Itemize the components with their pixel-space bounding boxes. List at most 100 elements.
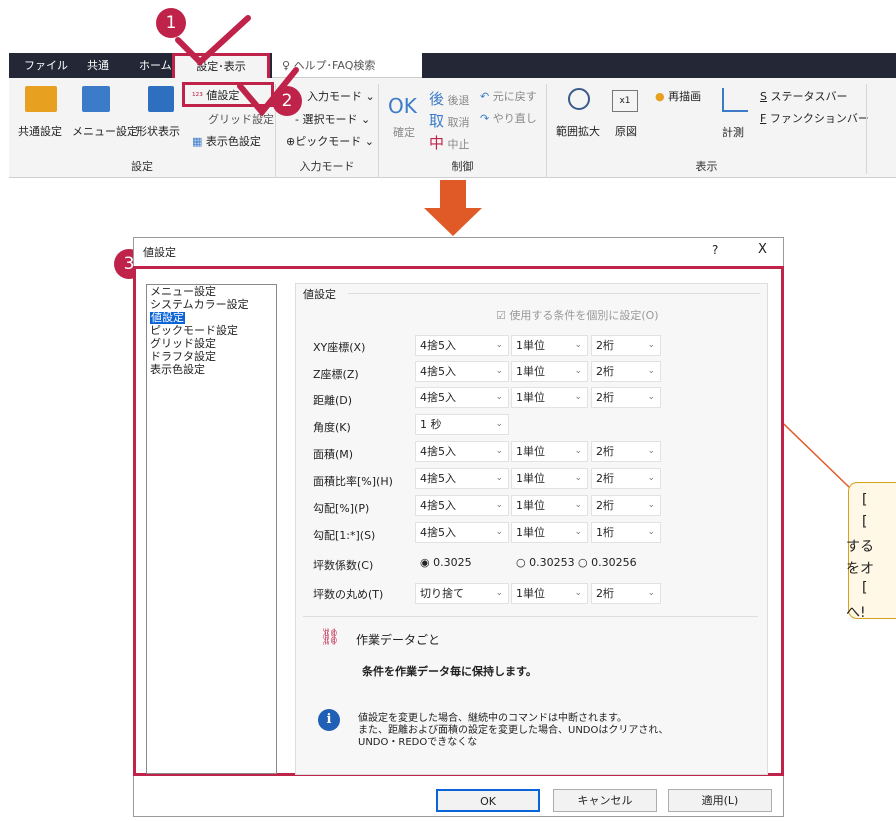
area-digits-select[interactable]: 2桁 ⌄	[591, 441, 661, 462]
area-ratio-digits-select[interactable]: 2桁 ⌄	[591, 468, 661, 489]
row-label-xy: XY座標(X)	[313, 341, 366, 354]
distance-rounding-value: 4捨5入	[420, 391, 456, 404]
tsubo-option-3[interactable]: ○ 0.30256	[578, 556, 637, 569]
info-line-3: UNDO・REDOできなくな	[358, 737, 478, 748]
checkmark-1	[175, 15, 251, 67]
distance-digits-value: 2桁	[596, 391, 614, 404]
list-item-menu[interactable]: メニュー設定	[150, 286, 216, 298]
work-data-desc: 条件を作業データ毎に保持します。	[362, 665, 537, 678]
dialog-title: 値設定	[143, 246, 176, 259]
slope-percent-unit-value: 1単位	[516, 499, 545, 512]
area-ratio-unit-select[interactable]: 1単位 ⌄	[511, 468, 588, 489]
work-data-title: 作業データごと	[356, 633, 441, 647]
z-digits-select[interactable]: 2桁 ⌄	[591, 361, 661, 382]
tsubo-digits-select[interactable]: 2桁 ⌄	[591, 583, 661, 604]
close-button[interactable]: X	[758, 242, 767, 257]
callout-line-6: へ!	[846, 605, 866, 621]
individual-condition-checkbox[interactable]: ☑ 使用する条件を個別に設定(O)	[496, 307, 659, 323]
area-rounding-select[interactable]: 4捨5入 ⌄	[415, 441, 509, 462]
slope-percent-unit-select[interactable]: 1単位 ⌄	[511, 495, 588, 516]
row-label-angle: 角度(K)	[313, 421, 351, 434]
checkmark-2	[237, 67, 299, 117]
slope-ratio-digits-select[interactable]: 1桁 ⌄	[591, 522, 661, 543]
tsubo-option-1-label: 0.3025	[433, 556, 472, 569]
slope-ratio-unit-select[interactable]: 1単位 ⌄	[511, 522, 588, 543]
slope-ratio-unit-value: 1単位	[516, 526, 545, 539]
group-title: 値設定	[303, 286, 340, 302]
xy-unit-select[interactable]: 1単位 ⌄	[511, 335, 588, 356]
settings-category-list: メニュー設定 システムカラー設定 値設定 ピックモード設定 グリッド設定 ドラフ…	[146, 284, 277, 774]
list-item-grid[interactable]: グリッド設定	[150, 338, 216, 350]
checkbox-label: 使用する条件を個別に設定(O)	[509, 309, 659, 322]
list-item-value-selected[interactable]: 値設定	[150, 312, 185, 324]
slope-ratio-rounding-select[interactable]: 4捨5入 ⌄	[415, 522, 509, 543]
area-rounding-value: 4捨5入	[420, 445, 456, 458]
z-unit-value: 1単位	[516, 365, 545, 378]
tsubo-option-2-label: 0.30253	[529, 556, 575, 569]
tsubo-digits-value: 2桁	[596, 587, 614, 600]
tsubo-round-value: 切り捨て	[420, 587, 464, 600]
down-arrow-head	[424, 208, 482, 236]
xy-digits-select[interactable]: 2桁 ⌄	[591, 335, 661, 356]
area-ratio-unit-value: 1単位	[516, 472, 545, 485]
slope-percent-digits-value: 2桁	[596, 499, 614, 512]
slope-ratio-rounding-value: 4捨5入	[420, 526, 456, 539]
callout-line-3: する	[846, 539, 874, 555]
list-item-display-color[interactable]: 表示色設定	[150, 364, 205, 376]
tsubo-option-3-label: 0.30256	[591, 556, 637, 569]
area-unit-select[interactable]: 1単位 ⌄	[511, 441, 588, 462]
area-ratio-rounding-value: 4捨5入	[420, 472, 456, 485]
row-label-tsubo-coef: 坪数係数(C)	[313, 559, 374, 572]
tsubo-unit-value: 1単位	[516, 587, 545, 600]
area-digits-value: 2桁	[596, 445, 614, 458]
z-unit-select[interactable]: 1単位 ⌄	[511, 361, 588, 382]
list-item-pick[interactable]: ピックモード設定	[150, 325, 238, 337]
info-icon: i	[318, 709, 340, 731]
distance-unit-select[interactable]: 1単位 ⌄	[511, 387, 588, 408]
row-label-area-ratio: 面積比率[%](H)	[313, 475, 393, 488]
z-rounding-select[interactable]: 4捨5入 ⌄	[415, 361, 509, 382]
row-label-slope-ratio: 勾配[1:*](S)	[313, 529, 376, 542]
z-rounding-value: 4捨5入	[420, 365, 456, 378]
callout-line-2: [	[862, 514, 868, 530]
row-label-tsubo-round: 坪数の丸め(T)	[313, 588, 384, 601]
tsubo-option-2[interactable]: ○ 0.30253	[516, 556, 575, 569]
help-button[interactable]: ?	[712, 243, 718, 257]
list-item-system-color[interactable]: システムカラー設定	[150, 299, 249, 311]
callout-line-4: をオ	[846, 561, 874, 577]
link-icon: ⛓	[320, 627, 341, 646]
angle-select[interactable]: 1 秒 ⌄	[415, 414, 509, 435]
apply-button[interactable]: 適用(L)	[668, 789, 772, 812]
callout-line-1: [	[862, 492, 868, 508]
row-label-z: Z座標(Z)	[313, 368, 359, 381]
callout-line-5: [	[862, 580, 868, 596]
distance-digits-select[interactable]: 2桁 ⌄	[591, 387, 661, 408]
group-divider	[348, 293, 760, 294]
angle-value: 1 秒	[420, 418, 442, 431]
xy-unit-value: 1単位	[516, 339, 545, 352]
tsubo-unit-select[interactable]: 1単位 ⌄	[511, 583, 588, 604]
row-label-area: 面積(M)	[313, 448, 354, 461]
separator	[303, 616, 758, 617]
slope-ratio-digits-value: 1桁	[596, 526, 614, 539]
slope-percent-rounding-value: 4捨5入	[420, 499, 456, 512]
ok-button[interactable]: OK	[436, 789, 540, 812]
area-unit-value: 1単位	[516, 445, 545, 458]
slope-percent-rounding-select[interactable]: 4捨5入 ⌄	[415, 495, 509, 516]
area-ratio-digits-value: 2桁	[596, 472, 614, 485]
xy-digits-value: 2桁	[596, 339, 614, 352]
down-arrow-shaft	[440, 180, 466, 210]
cancel-button[interactable]: キャンセル	[553, 789, 657, 812]
distance-rounding-select[interactable]: 4捨5入 ⌄	[415, 387, 509, 408]
tsubo-option-1[interactable]: ◉ 0.3025	[420, 556, 472, 569]
xy-rounding-select[interactable]: 4捨5入 ⌄	[415, 335, 509, 356]
z-digits-value: 2桁	[596, 365, 614, 378]
xy-rounding-value: 4捨5入	[420, 339, 456, 352]
row-label-slope-percent: 勾配[%](P)	[313, 502, 370, 515]
area-ratio-rounding-select[interactable]: 4捨5入 ⌄	[415, 468, 509, 489]
tsubo-round-select[interactable]: 切り捨て ⌄	[415, 583, 509, 604]
slope-percent-digits-select[interactable]: 2桁 ⌄	[591, 495, 661, 516]
row-label-distance: 距離(D)	[313, 394, 353, 407]
list-item-drafter[interactable]: ドラフタ設定	[150, 351, 216, 363]
distance-unit-value: 1単位	[516, 391, 545, 404]
